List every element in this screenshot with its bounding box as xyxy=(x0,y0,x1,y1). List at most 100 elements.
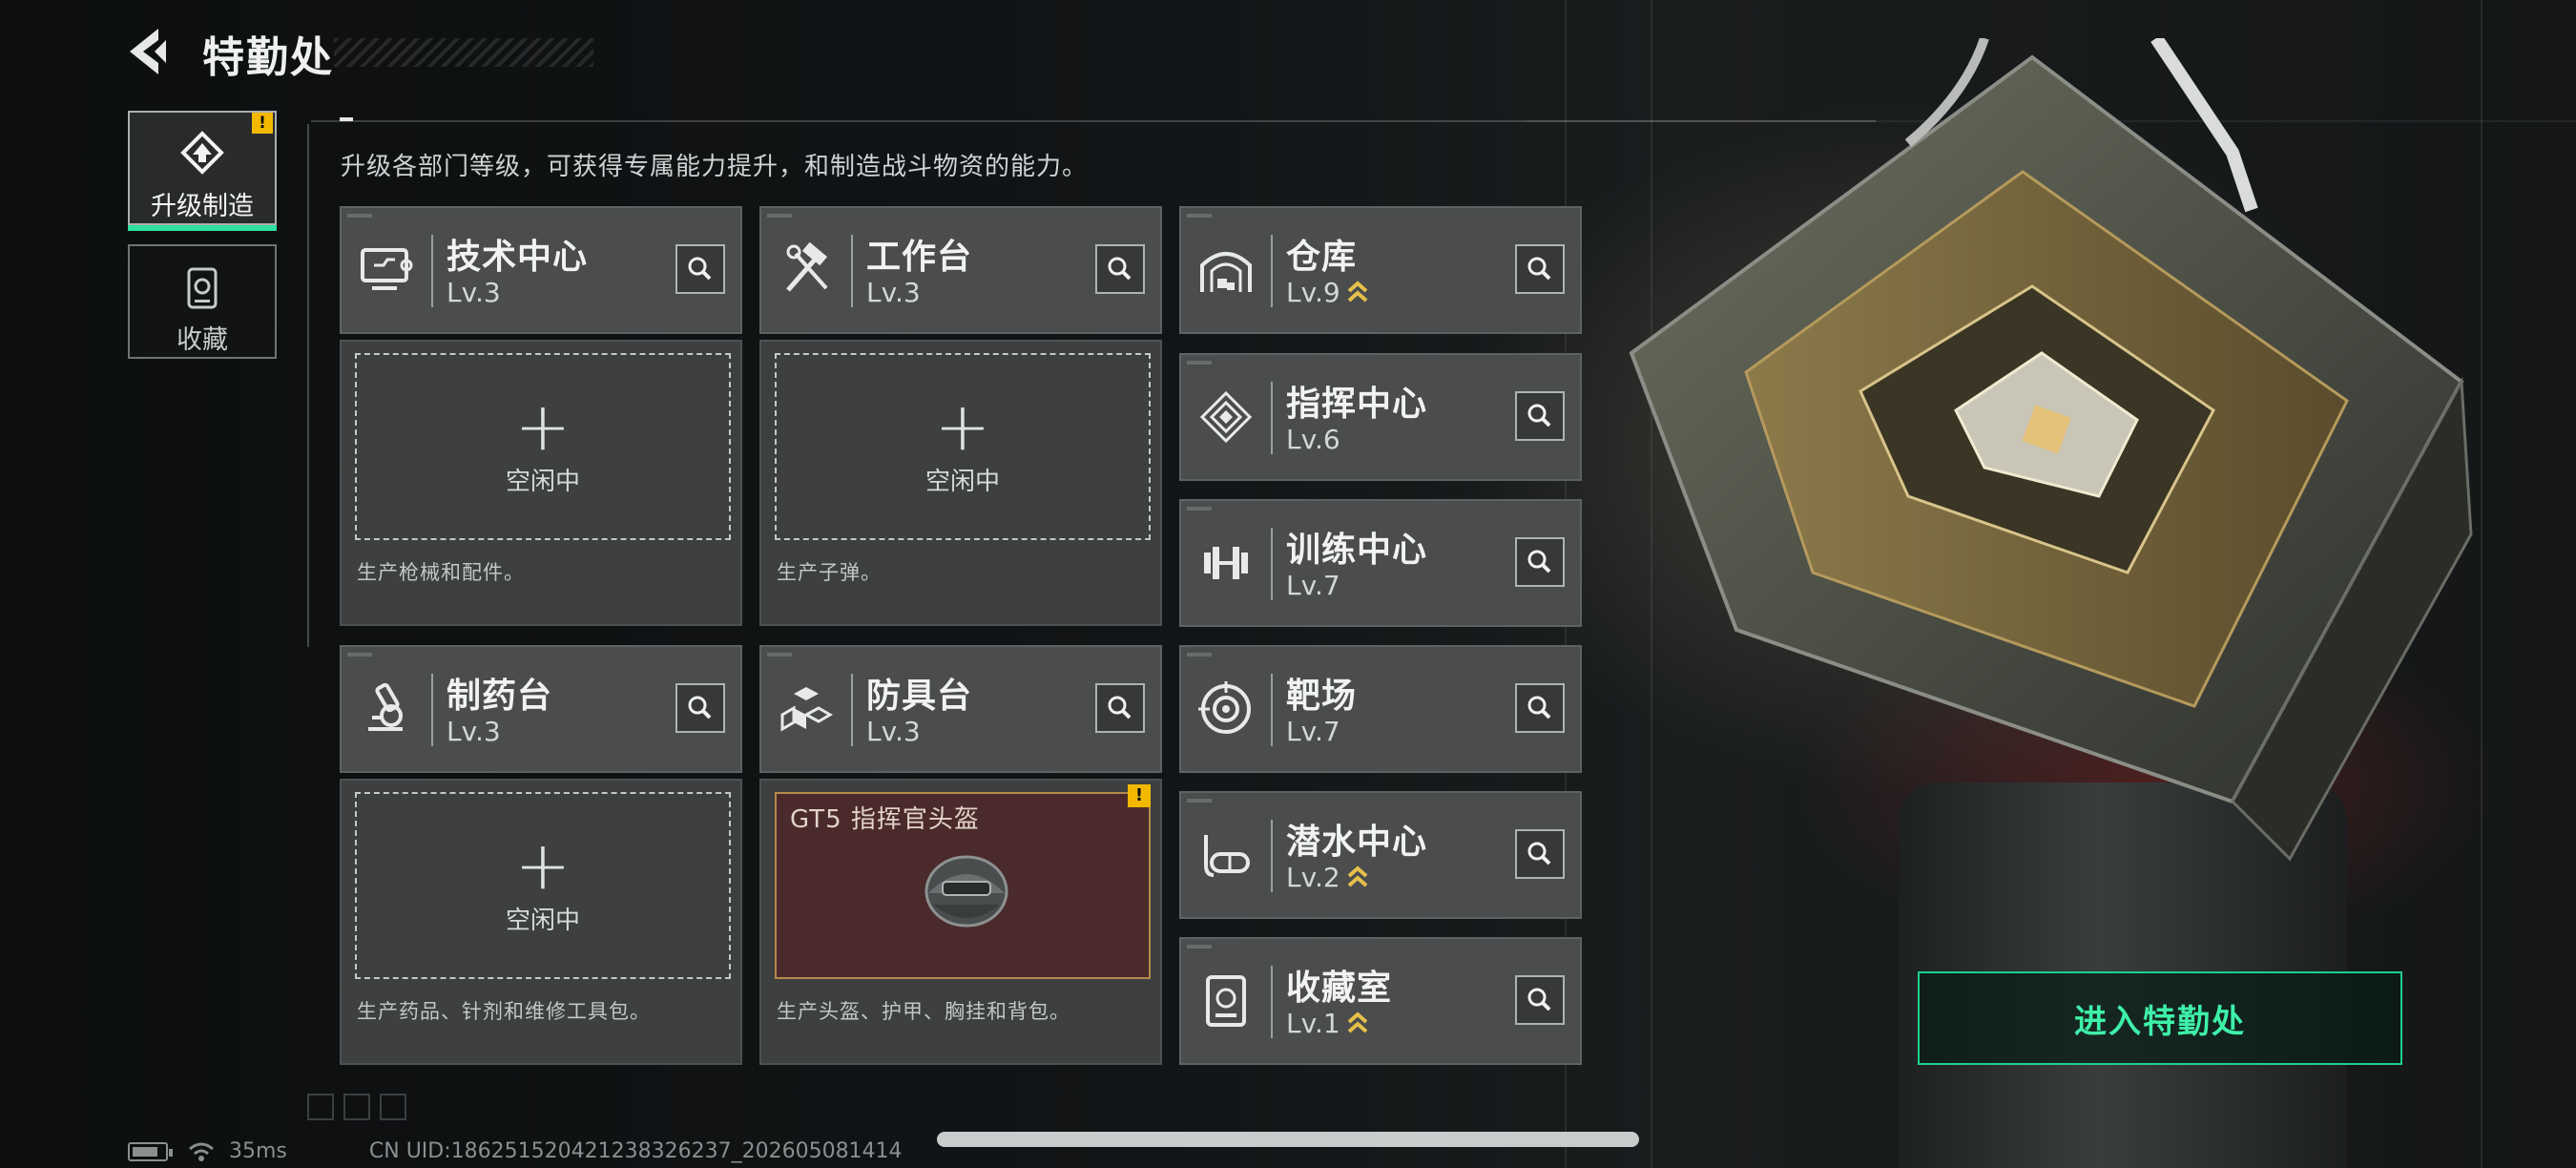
divider xyxy=(307,124,309,647)
department-detail-button[interactable] xyxy=(1515,537,1565,587)
department-level: Lv.7 xyxy=(1286,570,1340,601)
title-decoration xyxy=(334,38,593,67)
pharmacy-icon xyxy=(368,682,403,731)
department-name: 防具台 xyxy=(866,677,973,716)
department-detail-button[interactable] xyxy=(1515,975,1565,1025)
craft-slot-empty[interactable]: + 空闲中 xyxy=(355,792,731,979)
footer-decoration xyxy=(307,1094,406,1120)
upgrade-available-icon xyxy=(1347,281,1368,302)
department-detail-button[interactable] xyxy=(1515,244,1565,294)
command-center-icon xyxy=(1199,390,1253,444)
upgrade-available-icon xyxy=(1347,866,1368,887)
slot-description: 生产子弹。 xyxy=(777,561,882,584)
tab-collection-label: 收藏 xyxy=(177,325,228,355)
department-detail-button[interactable] xyxy=(1515,683,1565,733)
search-icon xyxy=(1527,988,1551,1012)
department-name: 靶场 xyxy=(1286,677,1358,716)
home-indicator[interactable] xyxy=(937,1132,1639,1147)
slot-status: 空闲中 xyxy=(505,467,580,496)
page-title: 特勤处 xyxy=(202,33,334,82)
training-center-icon xyxy=(1204,547,1248,579)
department-card-shooting-range[interactable]: 靶场 Lv.7 xyxy=(1179,645,1582,773)
department-name: 技术中心 xyxy=(447,238,589,277)
alert-badge: ! xyxy=(252,113,273,134)
shooting-range-icon xyxy=(1198,681,1251,734)
department-name: 训练中心 xyxy=(1286,531,1428,570)
department-detail-button[interactable] xyxy=(1515,829,1565,879)
department-card-training-center[interactable]: 训练中心 Lv.7 xyxy=(1179,499,1582,627)
tab-upgrade-craft[interactable]: 升级制造 ! xyxy=(128,111,277,231)
network-latency: 35ms xyxy=(229,1139,287,1163)
department-detail-button[interactable] xyxy=(1095,244,1145,294)
department-name: 指挥中心 xyxy=(1286,385,1428,424)
divider xyxy=(311,120,1876,122)
craft-slot-panel-armor-bench: GT5 指挥官头盔 ! 生产头盔、护甲、胸挂和背包。 xyxy=(759,779,1162,1065)
tech-center-icon xyxy=(361,248,413,290)
crafting-item-name: GT5 指挥官头盔 xyxy=(790,805,980,834)
battery-icon xyxy=(128,1141,173,1161)
upgrade-available-icon xyxy=(1347,1012,1368,1033)
department-detail-button[interactable] xyxy=(1095,683,1145,733)
search-icon xyxy=(1108,696,1132,720)
department-card-armor-bench[interactable]: 防具台 Lv.3 xyxy=(759,645,1162,773)
search-icon xyxy=(1527,696,1551,720)
base-core-cube-art xyxy=(1629,38,2473,862)
tab-upgrade-craft-label: 升级制造 xyxy=(151,192,254,221)
department-name: 潜水中心 xyxy=(1286,823,1428,862)
enter-special-ops-label: 进入特勤处 xyxy=(2074,1002,2246,1041)
department-level: Lv.3 xyxy=(447,277,501,308)
enter-special-ops-button[interactable]: 进入特勤处 xyxy=(1918,971,2402,1065)
department-card-workbench[interactable]: 工作台 Lv.3 xyxy=(759,206,1162,334)
craft-slot-panel-tech-center: + 空闲中 生产枪械和配件。 xyxy=(340,340,742,626)
section-description: 升级各部门等级，可获得专属能力提升，和制造战斗物资的能力。 xyxy=(341,153,1089,181)
diving-center-icon xyxy=(1204,835,1250,877)
craft-slot-panel-workbench: + 空闲中 生产子弹。 xyxy=(759,340,1162,626)
workbench-icon xyxy=(786,241,828,292)
slot-description: 生产头盔、护甲、胸挂和背包。 xyxy=(777,1000,1070,1023)
department-name: 收藏室 xyxy=(1286,969,1393,1008)
department-name: 制药台 xyxy=(447,677,553,716)
search-icon xyxy=(1527,257,1551,281)
department-level: Lv.2 xyxy=(1286,862,1369,893)
back-arrow-icon xyxy=(130,29,166,74)
user-uid: CN UID:1862515204212383262​37_2026050814… xyxy=(368,1139,903,1163)
department-detail-button[interactable] xyxy=(1515,391,1565,441)
status-bar: 35ms CN UID:1862515204212383262​37_20260… xyxy=(128,1139,903,1163)
search-icon xyxy=(1527,404,1551,428)
slot-description: 生产药品、针剂和维修工具包。 xyxy=(357,1000,651,1023)
craft-slot-empty[interactable]: + 空闲中 xyxy=(355,353,731,540)
department-detail-button[interactable] xyxy=(675,244,725,294)
alert-badge: ! xyxy=(1128,784,1151,807)
search-icon xyxy=(688,257,712,281)
department-card-pharmacy[interactable]: 制药台 Lv.3 xyxy=(340,645,742,773)
department-card-collection-room[interactable]: 收藏室 Lv.1 xyxy=(1179,937,1582,1065)
slot-status: 空闲中 xyxy=(505,906,580,935)
department-level: Lv.9 xyxy=(1286,277,1369,308)
department-card-command-center[interactable]: 指挥中心 Lv.6 xyxy=(1179,353,1582,481)
department-level: Lv.3 xyxy=(866,716,921,747)
wifi-icon xyxy=(189,1142,214,1161)
department-level: Lv.3 xyxy=(866,277,921,308)
crafting-item-slot[interactable]: GT5 指挥官头盔 ! xyxy=(775,784,1151,979)
plus-icon: + xyxy=(514,386,571,466)
department-level: Lv.3 xyxy=(447,716,501,747)
slot-description: 生产枪械和配件。 xyxy=(357,561,525,584)
search-icon xyxy=(688,696,712,720)
department-card-diving-center[interactable]: 潜水中心 Lv.2 xyxy=(1179,791,1582,919)
upgrade-craft-icon xyxy=(180,131,224,175)
search-icon xyxy=(1527,842,1551,866)
plus-icon: + xyxy=(934,386,991,466)
back-button[interactable] xyxy=(122,25,179,78)
department-level: Lv.1 xyxy=(1286,1008,1369,1039)
search-icon xyxy=(1108,257,1132,281)
plus-icon: + xyxy=(514,825,571,905)
craft-slot-panel-pharmacy: + 空闲中 生产药品、针剂和维修工具包。 xyxy=(340,779,742,1065)
craft-slot-empty[interactable]: + 空闲中 xyxy=(775,353,1151,540)
search-icon xyxy=(1527,550,1551,574)
department-detail-button[interactable] xyxy=(675,683,725,733)
tab-collection[interactable]: 收藏 xyxy=(128,244,277,359)
department-card-warehouse[interactable]: 仓库 Lv.9 xyxy=(1179,206,1582,334)
department-name: 工作台 xyxy=(866,238,973,277)
department-card-tech-center[interactable]: 技术中心 Lv.3 xyxy=(340,206,742,334)
collection-room-icon xyxy=(1206,975,1246,1027)
